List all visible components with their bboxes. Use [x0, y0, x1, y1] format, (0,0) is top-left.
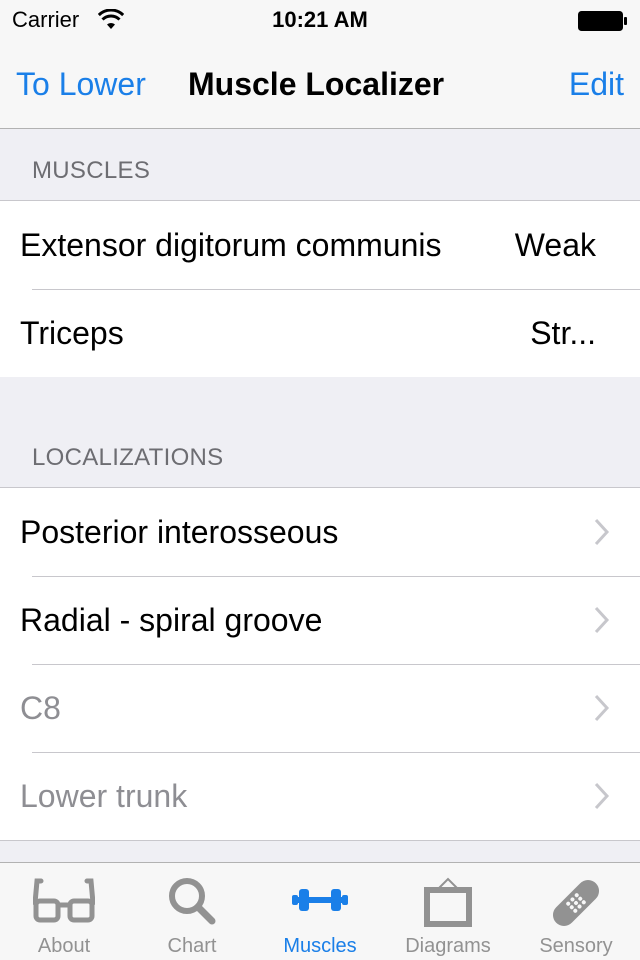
muscles-header-label: MUSCLES [32, 157, 151, 184]
glasses-icon [33, 878, 95, 923]
dumbbell-icon [292, 889, 348, 911]
page-title: Muscle Localizer [188, 66, 445, 102]
muscle-strength: Str... [530, 315, 596, 351]
back-to-lower-button[interactable]: To Lower [16, 66, 146, 103]
localization-name: C8 [20, 690, 61, 726]
tab-chart-label: Chart [167, 935, 217, 957]
navigation-bar: To Lower Muscle Localizer Edit [0, 40, 640, 129]
localization-name: Radial - spiral groove [20, 602, 323, 638]
localizations-header-label: LOCALIZATIONS [32, 444, 224, 471]
tab-about[interactable]: About [0, 863, 128, 960]
tab-muscles-label: Muscles [283, 935, 357, 957]
localizations-list: Posterior interosseous Radial - spiral g… [0, 487, 640, 841]
status-time: 10:21 AM [272, 7, 368, 32]
tab-diagrams[interactable]: Diagrams [384, 863, 512, 960]
battery-icon [578, 11, 627, 31]
localization-name: Posterior interosseous [20, 514, 339, 550]
picture-frame-icon [424, 877, 472, 927]
tab-about-label: About [37, 935, 91, 957]
tab-muscles[interactable]: Muscles [256, 863, 384, 960]
localization-row[interactable]: Radial - spiral groove [0, 576, 640, 664]
magnifier-icon [169, 878, 216, 925]
chevron-right-icon [594, 694, 610, 722]
edit-button[interactable]: Edit [569, 66, 624, 103]
muscle-row[interactable]: Triceps Str... [0, 289, 640, 377]
muscle-strength: Weak [514, 227, 596, 263]
muscles-section-header: MUSCLES [0, 130, 640, 201]
localizations-section-header: LOCALIZATIONS [0, 377, 640, 488]
chevron-right-icon [594, 782, 610, 810]
carrier-label: Carrier [12, 7, 80, 32]
tab-bar: About Chart Muscles Diagrams Sensory [0, 862, 640, 960]
muscles-list: Extensor digitorum communis Weak Triceps… [0, 200, 640, 378]
localization-row[interactable]: Posterior interosseous [0, 488, 640, 576]
status-bar: Carrier 10:21 AM [0, 0, 640, 40]
localization-name: Lower trunk [20, 778, 188, 814]
muscle-row[interactable]: Extensor digitorum communis Weak [0, 201, 640, 289]
bandage-icon [552, 879, 600, 927]
tab-sensory[interactable]: Sensory [512, 863, 640, 960]
tab-diagrams-label: Diagrams [405, 935, 491, 957]
localization-row[interactable]: C8 [0, 664, 640, 752]
muscle-name: Triceps [20, 315, 124, 351]
chevron-right-icon [594, 518, 610, 546]
wifi-icon [98, 9, 124, 29]
localization-row[interactable]: Lower trunk [0, 752, 640, 840]
tab-sensory-label: Sensory [539, 935, 613, 957]
muscle-name: Extensor digitorum communis [20, 227, 442, 263]
tab-chart[interactable]: Chart [128, 863, 256, 960]
chevron-right-icon [594, 606, 610, 634]
